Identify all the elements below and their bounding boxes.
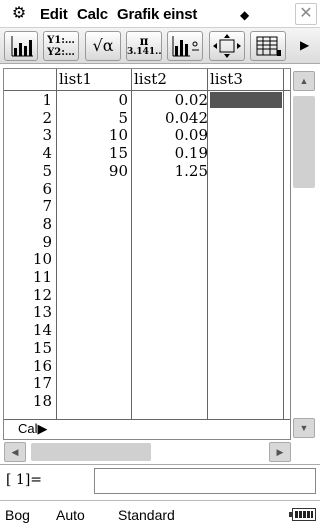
vertical-scrollbar[interactable]: ▲ ▼ — [292, 68, 317, 440]
status-bar: Bog Auto Standard — [0, 500, 320, 528]
close-icon[interactable]: ✕ — [295, 3, 317, 25]
row-number: 16 — [32, 356, 52, 375]
diamond-menu-icon[interactable]: ◆ — [240, 6, 249, 24]
row-number: 17 — [32, 374, 52, 393]
toolbar: Y1:… Y2:… √α π 3.141.. ▶ — [0, 28, 320, 64]
row-number: 8 — [42, 214, 52, 233]
y2-label: Y2:… — [47, 47, 75, 58]
row-number: 11 — [32, 268, 52, 286]
number-format-status[interactable]: Standard — [118, 506, 175, 524]
calc-mode-status[interactable]: Auto — [56, 506, 85, 524]
row-number: 4 — [42, 144, 52, 163]
menu-calc[interactable]: Calc — [77, 6, 108, 24]
cell-reference-label: [ 1]= — [6, 472, 43, 488]
list1-cell[interactable]: 0 — [57, 91, 128, 110]
list1-cell[interactable]: 15 — [57, 144, 128, 163]
angle-mode-status[interactable]: Bog — [5, 506, 30, 524]
cell-entry-field[interactable] — [94, 468, 316, 494]
list2-cell[interactable]: 1.25 — [132, 162, 208, 181]
sqrt-alpha-icon[interactable]: √α — [85, 31, 121, 61]
list2-cell[interactable]: 0.09 — [132, 127, 208, 145]
stat-graph-settings-icon[interactable] — [167, 31, 203, 61]
decimal-label: 3.141.. — [127, 47, 162, 57]
cal-divider — [4, 419, 290, 420]
vertical-scroll-thumb[interactable] — [293, 96, 315, 188]
row-number: 1 — [42, 91, 52, 109]
entry-line: [ 1]= — [0, 464, 320, 496]
toolbar-more-icon[interactable]: ▶ — [300, 38, 309, 52]
menu-bar: ⚙ Edit Calc Grafik einst ◆ ✕ — [0, 0, 320, 28]
y1-y2-list-icon[interactable]: Y1:… Y2:… — [43, 31, 79, 61]
row-number: 5 — [42, 161, 52, 180]
list-editor-icon[interactable] — [250, 31, 286, 61]
pi-label: π — [139, 34, 149, 48]
list2-cell[interactable]: 0.19 — [132, 144, 208, 163]
list2-cell[interactable]: 0.02 — [132, 91, 208, 110]
row-number: 10 — [32, 250, 52, 269]
row-number: 9 — [42, 232, 52, 251]
row-number: 12 — [32, 285, 52, 304]
cal-row-label[interactable]: Cal▶ — [18, 421, 48, 437]
list-table[interactable]: list1 list2 list3 1 0 0.02 2 5 0.042 3 10 0.09 4 1… — [3, 68, 291, 440]
menu-graph-settings[interactable]: Grafik einst — [117, 6, 197, 24]
battery-icon — [289, 508, 316, 521]
view-window-icon[interactable] — [209, 31, 245, 61]
pi-decimal-icon[interactable]: π 3.141.. — [126, 31, 162, 61]
horizontal-scroll-thumb[interactable] — [31, 443, 151, 461]
header-list1[interactable]: list1 — [59, 70, 92, 88]
graph-icon[interactable] — [4, 31, 38, 61]
list1-cell[interactable]: 10 — [57, 127, 128, 145]
row-number: 13 — [32, 303, 52, 322]
scroll-right-icon[interactable]: ▶ — [269, 442, 291, 462]
row-number: 2 — [42, 108, 52, 127]
row-number: 14 — [32, 321, 52, 340]
scroll-up-icon[interactable]: ▲ — [293, 71, 315, 91]
column-divider — [283, 69, 284, 419]
list1-cell[interactable]: 90 — [57, 162, 128, 181]
row-number: 6 — [42, 179, 52, 198]
horizontal-scrollbar[interactable]: ◀ ▶ — [3, 442, 291, 462]
gear-icon[interactable]: ⚙ — [10, 5, 28, 23]
list1-cell[interactable]: 5 — [57, 109, 128, 128]
row-number: 15 — [32, 338, 52, 357]
header-list2[interactable]: list2 — [134, 70, 167, 88]
selected-cell[interactable] — [210, 92, 282, 108]
row-number: 3 — [42, 126, 52, 145]
scroll-down-icon[interactable]: ▼ — [293, 418, 315, 438]
scroll-left-icon[interactable]: ◀ — [4, 442, 26, 462]
header-list3[interactable]: list3 — [210, 70, 243, 88]
menu-edit[interactable]: Edit — [40, 6, 68, 24]
y1-label: Y1:… — [47, 35, 75, 46]
list2-cell[interactable]: 0.042 — [132, 109, 208, 128]
row-number: 18 — [32, 391, 52, 410]
row-number: 7 — [42, 197, 52, 216]
